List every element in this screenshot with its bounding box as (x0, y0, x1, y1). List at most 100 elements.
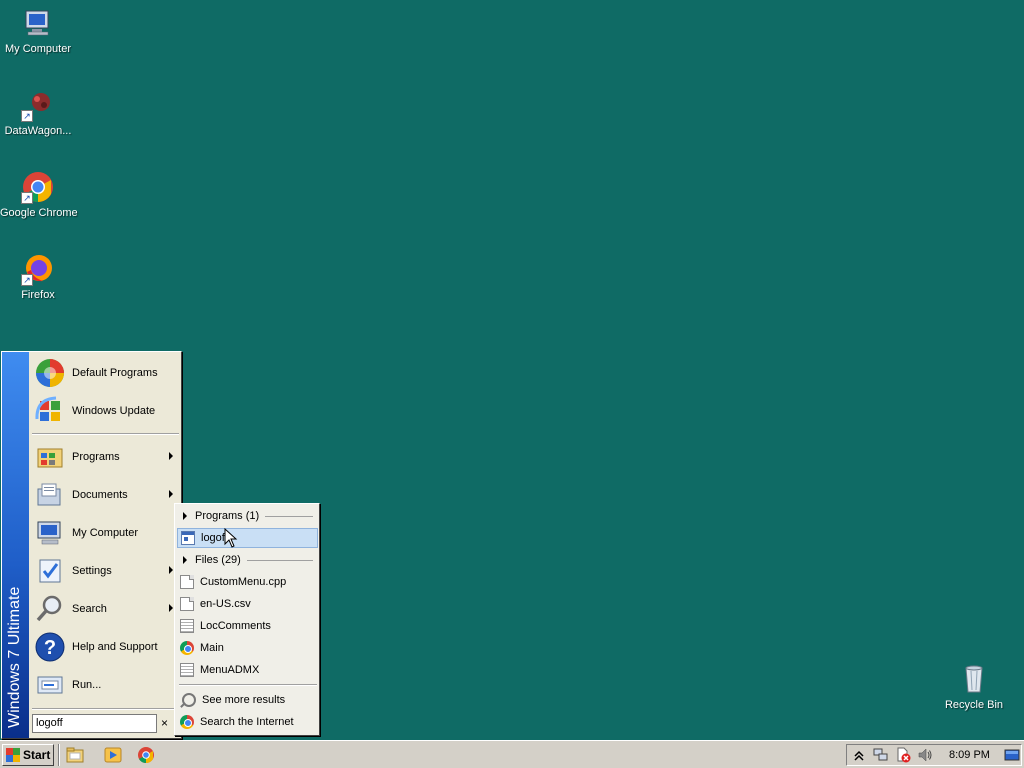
chrome-icon (180, 641, 194, 655)
search-icon (34, 593, 66, 625)
result-item-file[interactable]: en-US.csv (177, 594, 318, 614)
shortcut-arrow-icon: ↗ (21, 274, 33, 286)
start-button[interactable]: Start (2, 744, 54, 766)
results-separator (179, 684, 317, 686)
chrome-icon: ↗ (21, 170, 55, 204)
chrome-icon[interactable] (137, 746, 155, 764)
desktop-icon-my-computer[interactable]: My Computer (0, 6, 76, 56)
menu-item-search[interactable]: Search (30, 590, 181, 628)
recycle-bin-icon (957, 662, 991, 696)
result-item-file[interactable]: CustomMenu.cpp (177, 572, 318, 592)
group-header-label: Files (29) (195, 554, 241, 566)
menu-item-settings[interactable]: Settings (30, 552, 181, 590)
result-item-file[interactable]: MenuADMX (177, 660, 318, 680)
programs-icon (34, 441, 66, 473)
menu-item-help-and-support[interactable]: ? Help and Support (30, 628, 181, 666)
datawagon-icon: ↗ (21, 88, 55, 122)
shortcut-arrow-icon: ↗ (21, 110, 33, 122)
shortcut-arrow-icon: ↗ (21, 192, 33, 204)
result-label: Main (200, 642, 224, 654)
documents-icon (34, 479, 66, 511)
menu-item-run[interactable]: Run... (30, 666, 181, 704)
submenu-arrow-icon (169, 566, 173, 574)
desktop-icon-label: DataWagon... (4, 125, 72, 137)
menu-item-label: Run... (72, 679, 102, 691)
result-label: See more results (202, 694, 286, 706)
help-icon: ? (34, 631, 66, 663)
clock[interactable]: 8:09 PM (949, 749, 990, 761)
desktop-icon-recycle-bin[interactable]: Recycle Bin (936, 662, 1012, 712)
menu-item-label: Settings (72, 565, 112, 577)
windows-logo-icon (6, 748, 20, 762)
firefox-icon: ↗ (21, 252, 55, 286)
network-icon[interactable] (873, 747, 889, 763)
see-more-results-link[interactable]: See more results (177, 690, 318, 710)
menu-item-label: Documents (72, 489, 128, 501)
taskbar: Start 8:09 PM (0, 740, 1024, 768)
app-icon (181, 531, 195, 545)
computer-icon (34, 517, 66, 549)
banner-text: Windows 7 Ultimate (6, 586, 23, 728)
media-player-icon[interactable] (104, 746, 122, 764)
menu-item-label: Default Programs (72, 367, 158, 379)
desktop-icon-label: Firefox (21, 289, 55, 301)
menu-item-default-programs[interactable]: Default Programs (30, 354, 181, 392)
result-item-file[interactable]: LocComments (177, 616, 318, 636)
result-item-file[interactable]: Main (177, 638, 318, 658)
desktop-icon-firefox[interactable]: ↗ Firefox (0, 252, 76, 302)
result-label: en-US.csv (200, 598, 251, 610)
quicklaunch-separator (58, 744, 60, 766)
system-tray: 8:09 PM (846, 744, 1022, 766)
header-rule (265, 515, 313, 517)
submenu-arrow-icon (169, 604, 173, 612)
menu-item-label: Search (72, 603, 107, 615)
result-label: LocComments (200, 620, 271, 632)
menu-item-windows-update[interactable]: Windows Update (30, 392, 181, 430)
chrome-icon (180, 715, 194, 729)
submenu-arrow-icon (169, 490, 173, 498)
desktop-icon-label: Recycle Bin (944, 699, 1004, 711)
search-the-internet-link[interactable]: Search the Internet (177, 712, 318, 732)
show-desktop-icon[interactable] (1004, 747, 1020, 763)
text-document-icon (180, 663, 194, 677)
expand-triangle-icon (183, 512, 187, 520)
document-icon (180, 597, 194, 611)
menu-item-my-computer[interactable]: My Computer (30, 514, 181, 552)
svg-text:?: ? (44, 637, 56, 659)
menu-item-documents[interactable]: Documents (30, 476, 181, 514)
settings-icon (34, 555, 66, 587)
default-programs-icon (34, 357, 66, 389)
mouse-cursor-icon (224, 528, 238, 548)
explorer-icon[interactable] (66, 746, 84, 764)
text-document-icon (180, 619, 194, 633)
document-icon (180, 575, 194, 589)
clear-search-icon[interactable]: × (161, 716, 168, 730)
volume-icon[interactable] (917, 747, 933, 763)
security-alert-icon[interactable] (895, 747, 911, 763)
windows-update-icon (34, 395, 66, 427)
start-search-input[interactable]: logoff (32, 714, 157, 733)
search-results-flyout: Programs (1) logoff Files (29) CustomMen… (174, 503, 320, 736)
group-header-label: Programs (1) (195, 510, 260, 522)
menu-item-programs[interactable]: Programs (30, 438, 181, 476)
start-menu-banner: Windows 7 Ultimate (2, 352, 29, 738)
desktop-icon-datawagon[interactable]: ↗ DataWagon... (0, 88, 76, 138)
menu-item-label: Windows Update (72, 405, 156, 417)
show-hidden-icon[interactable] (851, 747, 867, 763)
result-label: Search the Internet (200, 716, 294, 728)
start-menu-items: Default Programs Windows Update Programs… (30, 352, 181, 713)
desktop-icon-google-chrome[interactable]: ↗ Google Chrome (0, 170, 78, 220)
my-computer-icon (21, 6, 55, 40)
submenu-arrow-icon (169, 452, 173, 460)
files-group-header[interactable]: Files (29) (175, 550, 319, 570)
result-label: CustomMenu.cpp (200, 576, 287, 588)
result-label: MenuADMX (200, 664, 260, 676)
header-rule (246, 559, 313, 561)
result-item-logoff[interactable]: logoff (177, 528, 318, 548)
menu-separator (32, 433, 179, 435)
programs-group-header[interactable]: Programs (1) (175, 506, 319, 526)
start-menu: Windows 7 Ultimate Default Programs Wind… (1, 351, 182, 739)
menu-item-label: My Computer (72, 527, 139, 539)
menu-item-label: Help and Support (72, 641, 158, 653)
menu-separator (32, 708, 179, 710)
